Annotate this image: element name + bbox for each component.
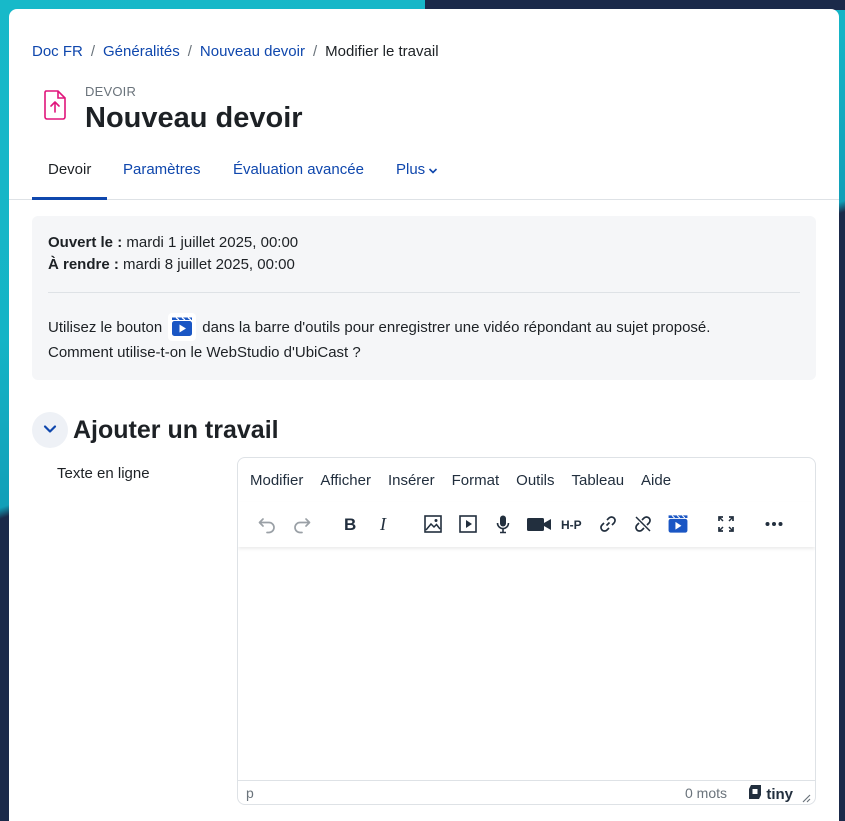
activity-dates-panel: Ouvert le : mardi 1 juillet 2025, 00:00 … [32, 216, 816, 380]
breadcrumb: Doc FR / Généralités / Nouveau devoir / … [32, 43, 439, 60]
due-label: À rendre : [48, 256, 119, 273]
opened-value: mardi 1 juillet 2025, 00:00 [126, 234, 299, 251]
tab-label: Paramètres [123, 161, 201, 178]
tiny-logo[interactable]: tiny [747, 784, 793, 804]
editor-content-area[interactable] [238, 547, 815, 780]
breadcrumb-link-nouveau-devoir[interactable]: Nouveau devoir [200, 43, 305, 60]
help-text: Comment utilise-t-on le WebStudio d'UbiC… [48, 344, 361, 361]
rich-text-editor: Modifier Afficher Insérer Format Outils … [237, 457, 816, 805]
link-icon[interactable] [596, 512, 620, 536]
tab-parametres[interactable]: Paramètres [123, 156, 201, 200]
redo-icon[interactable] [290, 512, 314, 536]
page-title: Nouveau devoir [85, 102, 303, 134]
editor-statusbar: p 0 mots tiny [238, 780, 815, 804]
editor-toolbar: B I H-P [238, 502, 815, 547]
breadcrumb-separator: / [187, 43, 192, 60]
unlink-icon[interactable] [631, 512, 655, 536]
undo-icon[interactable] [255, 512, 279, 536]
tab-devoir[interactable]: Devoir [32, 156, 108, 200]
section-title: Ajouter un travail [73, 415, 279, 444]
more-icon[interactable] [762, 512, 786, 536]
tab-plus[interactable]: Plus [396, 156, 438, 200]
chevron-down-icon [428, 162, 438, 179]
bold-icon[interactable]: B [338, 512, 362, 536]
instruction-text: Utilisez le bouton dans la barre d'outil… [48, 313, 710, 341]
menu-outils[interactable]: Outils [516, 472, 554, 489]
instruction-after: dans la barre d'outils pour enregistrer … [202, 318, 711, 336]
svg-text:I: I [379, 515, 387, 533]
resize-handle-icon[interactable] [801, 790, 811, 804]
h5p-label: H-P [561, 518, 582, 532]
due-date: À rendre : mardi 8 juillet 2025, 00:00 [48, 256, 295, 273]
breadcrumb-link-generalites[interactable]: Généralités [103, 43, 180, 60]
main-card: Doc FR / Généralités / Nouveau devoir / … [9, 9, 839, 821]
opened-date: Ouvert le : mardi 1 juillet 2025, 00:00 [48, 234, 298, 251]
breadcrumb-separator: / [90, 43, 96, 60]
menu-aide[interactable]: Aide [641, 472, 671, 489]
instruction-before: Utilisez le bouton [48, 318, 163, 336]
collapse-section-button[interactable] [32, 412, 68, 448]
image-icon[interactable] [421, 512, 445, 536]
tab-evaluation-avancee[interactable]: Évaluation avancée [233, 156, 364, 200]
breadcrumb-link-doc-fr[interactable]: Doc FR [32, 43, 83, 60]
menu-afficher[interactable]: Afficher [320, 472, 371, 489]
italic-icon[interactable]: I [373, 512, 397, 536]
h5p-icon[interactable]: H-P [561, 512, 587, 536]
menu-format[interactable]: Format [452, 472, 500, 489]
tab-label: Évaluation avancée [233, 161, 364, 178]
menu-tableau[interactable]: Tableau [572, 472, 625, 489]
word-count[interactable]: 0 mots [685, 785, 727, 801]
breadcrumb-separator: / [312, 43, 318, 60]
microphone-icon[interactable] [491, 512, 515, 536]
element-path[interactable]: p [246, 785, 254, 801]
divider [48, 292, 800, 293]
online-text-label: Texte en ligne [57, 465, 150, 482]
chevron-down-icon [43, 421, 57, 439]
file-upload-icon [43, 90, 71, 126]
breadcrumb-current: Modifier le travail [325, 43, 439, 60]
menu-modifier[interactable]: Modifier [250, 472, 303, 489]
tiny-logo-icon [747, 784, 763, 804]
ubicast-icon [168, 313, 197, 341]
tab-label: Devoir [48, 161, 92, 178]
menu-inserer[interactable]: Insérer [388, 472, 435, 489]
due-value: mardi 8 juillet 2025, 00:00 [123, 256, 295, 273]
svg-text:B: B [344, 515, 356, 533]
ubicast-icon[interactable] [666, 512, 690, 536]
section-header: Ajouter un travail [32, 412, 279, 448]
page-header: DEVOIR Nouveau devoir [43, 84, 303, 135]
fullscreen-icon[interactable] [714, 512, 738, 536]
secondary-navigation: Devoir Paramètres Évaluation avancée Plu… [9, 156, 839, 200]
activity-type-label: DEVOIR [85, 84, 137, 99]
opened-label: Ouvert le : [48, 234, 123, 251]
media-icon[interactable] [456, 512, 480, 536]
video-camera-icon[interactable] [526, 512, 552, 536]
tiny-brand-label: tiny [766, 785, 793, 803]
tab-label: Plus [396, 161, 426, 178]
editor-menubar: Modifier Afficher Insérer Format Outils … [238, 458, 688, 502]
